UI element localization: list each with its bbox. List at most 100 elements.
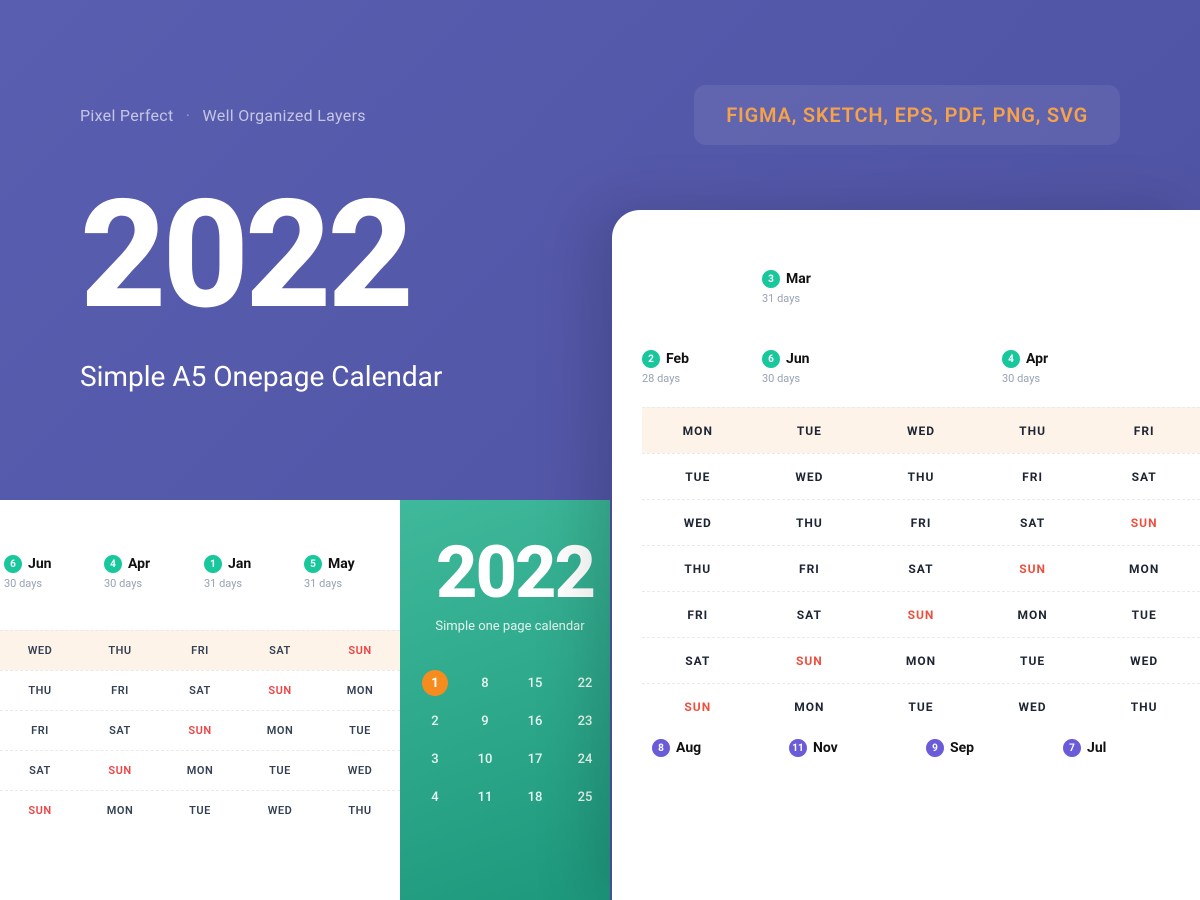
month-days: 31 days — [204, 577, 300, 590]
feature-b: Well Organized Layers — [203, 106, 366, 125]
weekday-cell: MON — [754, 700, 866, 714]
month-name: Jan — [228, 556, 251, 572]
weekday-row: MONTUEWEDTHUFRI — [642, 407, 1200, 453]
hero: 2022 Simple A5 Onepage Calendar — [80, 180, 442, 393]
date-cell: 9 — [460, 714, 510, 729]
month-col: 9Sep — [926, 739, 1063, 757]
weekday-cell: SUN — [80, 764, 160, 777]
month-col: 6 Jun 30 days — [762, 350, 882, 385]
weekday-cell: MON — [1088, 562, 1200, 576]
card-bottom-months: 8Aug 11Nov 9Sep 7Jul — [642, 739, 1200, 757]
date-cell: 23 — [560, 714, 610, 729]
month-col: 6Jun 30 days — [0, 555, 100, 590]
month-name: Jun — [28, 556, 52, 572]
date-cell: 2 — [410, 714, 460, 729]
month-days: 30 days — [1002, 372, 1122, 385]
month-days: 31 days — [304, 577, 400, 590]
date-cell: 4 — [410, 790, 460, 805]
weekday-cell: FRI — [642, 608, 754, 622]
weekday-cell: SUN — [1088, 516, 1200, 530]
month-name: Jul — [1087, 740, 1106, 756]
weekday-cell: SUN — [977, 562, 1089, 576]
weekday-row: SATSUNMONTUEWED — [0, 750, 400, 790]
month-num-icon: 2 — [642, 350, 660, 368]
weekday-cell: MON — [977, 608, 1089, 622]
hero-year: 2022 — [80, 180, 442, 330]
card-top-month: 3Mar 31 days — [762, 270, 811, 305]
weekday-cell: THU — [0, 684, 80, 697]
weekday-row: FRISATSUNMONTUE — [642, 591, 1200, 637]
weekday-cell: THU — [977, 424, 1089, 438]
weekday-cell: SAT — [642, 654, 754, 668]
preview-card-large: 3Mar 31 days 2 Feb 28 days 6 Jun 30 days 4… — [612, 210, 1200, 900]
date-cell: 15 — [510, 676, 560, 691]
weekday-row: SATSUNMONTUEWED — [642, 637, 1200, 683]
weekday-cell: WED — [642, 516, 754, 530]
month-name: Nov — [813, 740, 838, 756]
month-num-icon: 3 — [762, 270, 780, 288]
left-weekday-grid: WEDTHUFRISATSUNTHUFRISATSUNMONFRISATSUNM… — [0, 630, 400, 830]
weekday-cell: WED — [977, 700, 1089, 714]
weekday-cell: SUN — [642, 700, 754, 714]
weekday-cell: SUN — [320, 644, 400, 657]
date-cell: 1 — [410, 670, 460, 696]
green-date-grid: 18152229162331017244111825 — [400, 664, 610, 816]
date-row: 4111825 — [400, 778, 610, 816]
month-num-icon: 6 — [762, 350, 780, 368]
month-col: 4 Apr 30 days — [1002, 350, 1122, 385]
date-cell: 11 — [460, 790, 510, 805]
month-name: Jun — [786, 351, 810, 367]
weekday-cell: TUE — [320, 724, 400, 737]
month-col-empty — [882, 350, 1002, 385]
month-num-icon: 8 — [652, 739, 670, 757]
weekday-cell: SUN — [160, 724, 240, 737]
weekday-cell: THU — [642, 562, 754, 576]
month-days: 30 days — [104, 577, 200, 590]
month-num-icon: 4 — [1002, 350, 1020, 368]
weekday-cell: SAT — [977, 516, 1089, 530]
month-num-icon: 11 — [789, 739, 807, 757]
month-name: May — [328, 556, 355, 572]
feature-list: Pixel Perfect · Well Organized Layers — [80, 106, 366, 125]
month-days: 28 days — [642, 372, 762, 385]
weekday-cell: THU — [865, 470, 977, 484]
weekday-cell: SAT — [160, 684, 240, 697]
weekday-cell: SUN — [754, 654, 866, 668]
date-highlight-icon: 1 — [422, 670, 448, 696]
weekday-cell: FRI — [160, 644, 240, 657]
weekday-cell: FRI — [865, 516, 977, 530]
month-num-icon: 1 — [204, 555, 222, 573]
month-col: 4Apr 30 days — [100, 555, 200, 590]
hero-subtitle: Simple A5 Onepage Calendar — [80, 360, 442, 393]
left-months-row: 6Jun 30 days 4Apr 30 days 1Jan 31 days 5… — [0, 555, 400, 590]
month-name: Feb — [666, 351, 689, 367]
weekday-cell: SAT — [80, 724, 160, 737]
weekday-cell: MON — [240, 724, 320, 737]
weekday-cell: SUN — [865, 608, 977, 622]
weekday-cell: WED — [0, 644, 80, 657]
month-name: Apr — [128, 556, 150, 572]
green-year: 2022 — [420, 530, 610, 615]
date-cell: 24 — [560, 752, 610, 767]
green-subtitle: Simple one page calendar — [410, 619, 610, 634]
date-cell: 8 — [460, 676, 510, 691]
preview-panel-white: 6Jun 30 days 4Apr 30 days 1Jan 31 days 5… — [0, 500, 400, 900]
weekday-cell: SAT — [240, 644, 320, 657]
month-days: 30 days — [762, 372, 882, 385]
month-col: 8Aug — [652, 739, 789, 757]
weekday-cell: THU — [754, 516, 866, 530]
weekday-cell: WED — [865, 424, 977, 438]
weekday-cell: SAT — [1088, 470, 1200, 484]
month-name: Apr — [1026, 351, 1048, 367]
date-cell: 10 — [460, 752, 510, 767]
date-cell: 22 — [560, 676, 610, 691]
weekday-cell: TUE — [754, 424, 866, 438]
month-num-icon: 6 — [4, 555, 22, 573]
feature-a: Pixel Perfect — [80, 106, 174, 125]
weekday-cell: SAT — [865, 562, 977, 576]
date-cell: 25 — [560, 790, 610, 805]
weekday-cell: FRI — [754, 562, 866, 576]
top-bar: Pixel Perfect · Well Organized Layers FI… — [80, 85, 1120, 145]
weekday-cell: MON — [642, 424, 754, 438]
weekday-cell: FRI — [977, 470, 1089, 484]
